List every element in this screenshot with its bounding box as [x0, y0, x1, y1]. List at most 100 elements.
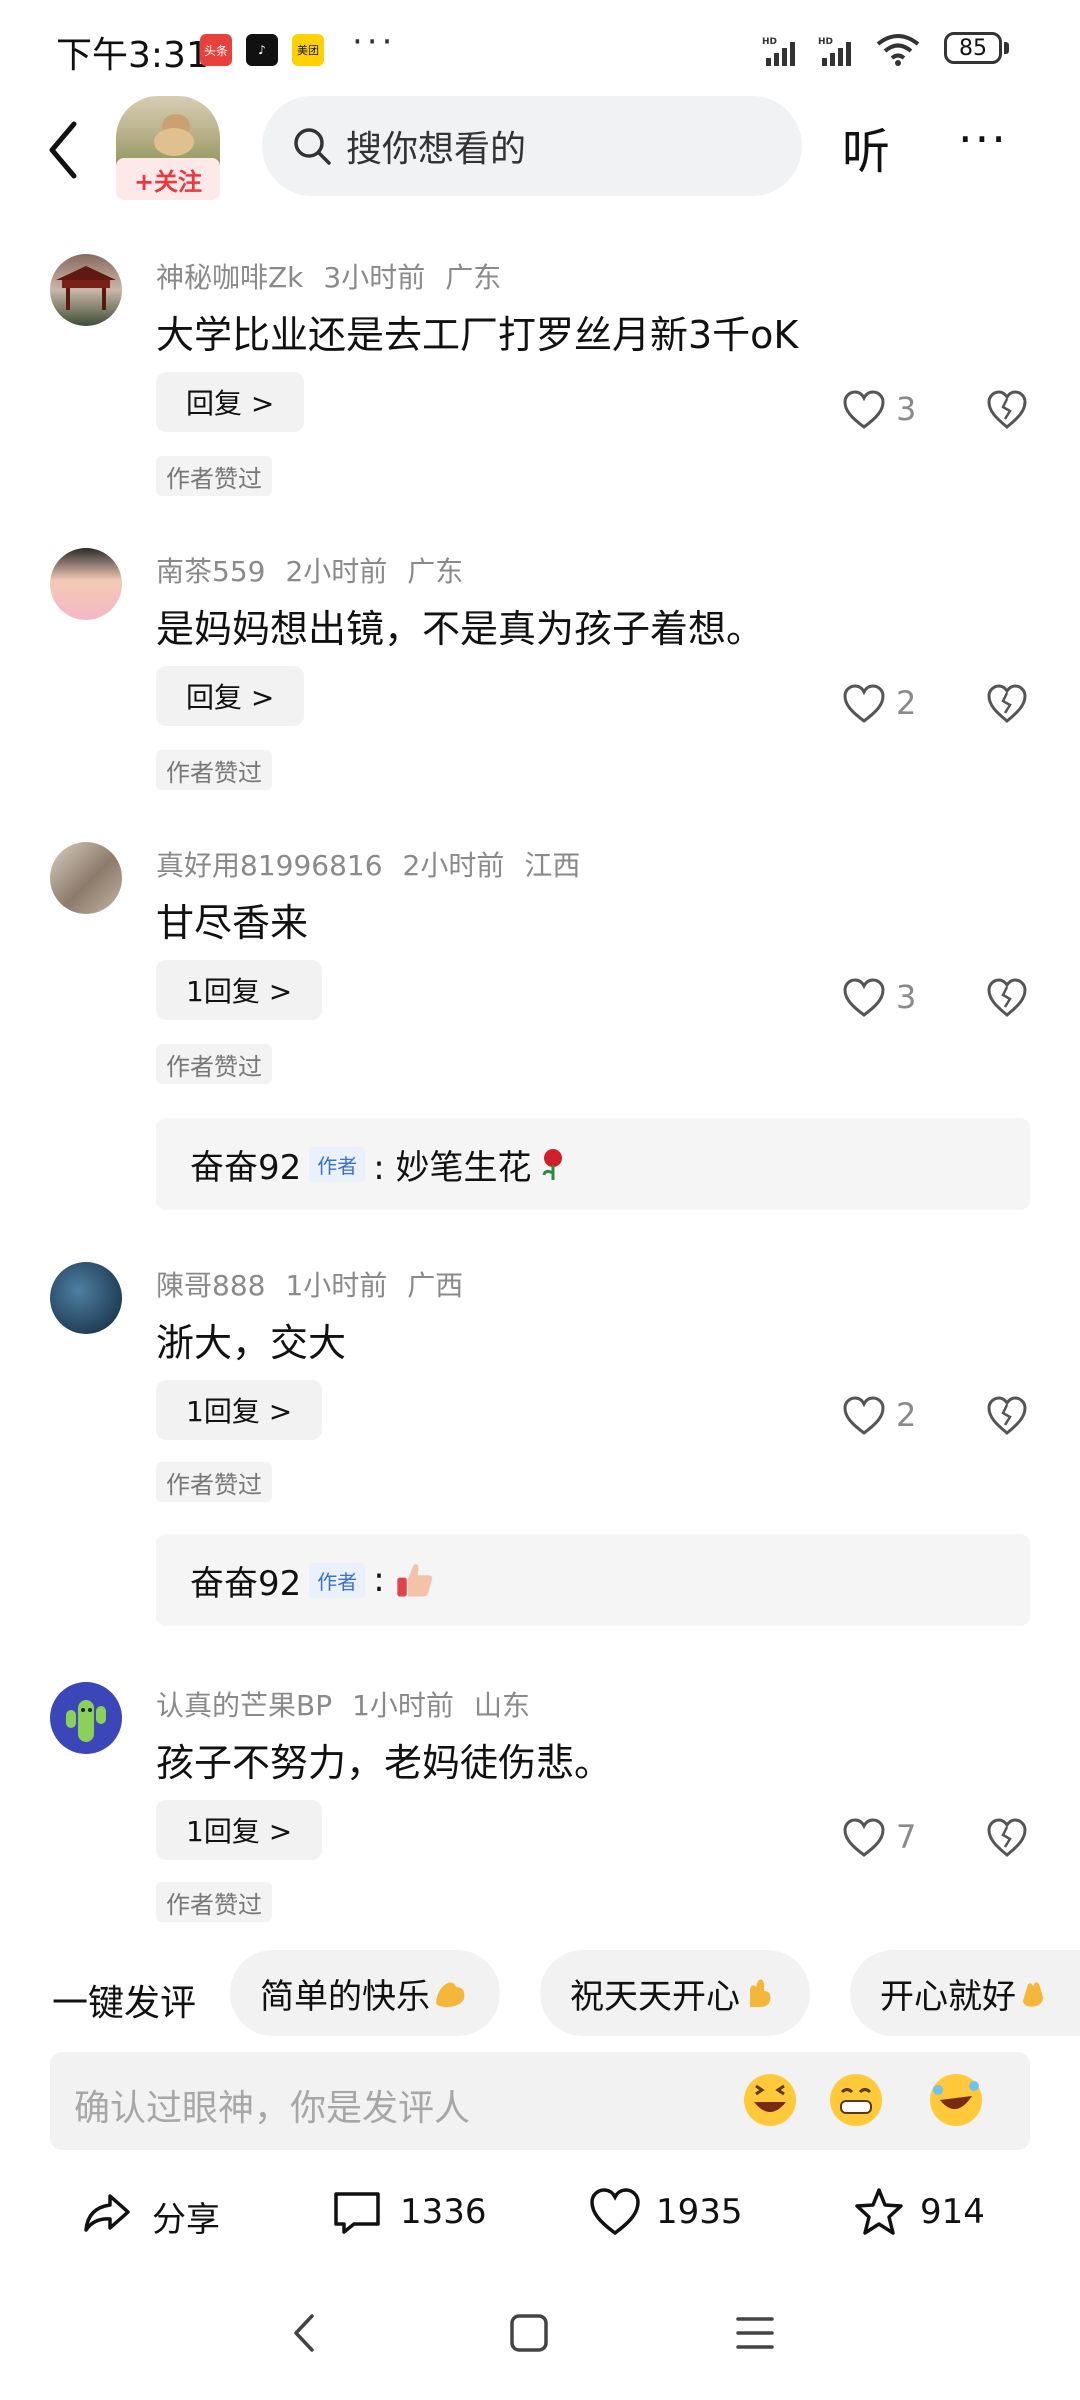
comment-time: 2小时前	[402, 849, 505, 882]
comment-meta: 认真的芒果BP 1小时前 山东	[156, 1684, 550, 1724]
author-liked-tag: 作者赞过	[156, 750, 272, 790]
comment-time: 2小时前	[285, 555, 388, 588]
share-icon[interactable]	[80, 2186, 134, 2240]
sub-reply-text: :	[373, 1560, 385, 1600]
comment-location: 广东	[407, 555, 464, 588]
comment-username[interactable]: 神秘咖啡Zk	[156, 261, 303, 294]
favorite-count: 914	[920, 2192, 985, 2232]
signal-2-icon: HD	[818, 37, 851, 66]
status-time: 下午3:31	[56, 35, 209, 76]
comment-text: 大学比业还是去工厂打罗丝月新3千oK	[156, 313, 799, 357]
crossed-fingers-icon	[750, 1979, 771, 2007]
like-count: 2	[896, 684, 917, 722]
comment-count: 1336	[400, 2192, 487, 2232]
comment-username[interactable]: 陳哥888	[156, 1269, 265, 1302]
comment-location: 广东	[445, 261, 502, 294]
author-liked-tag: 作者赞过	[156, 456, 272, 496]
comment-input-placeholder: 确认过眼神，你是发评人	[74, 2088, 471, 2129]
comment-time: 3小时前	[323, 261, 426, 294]
like-count: 2	[896, 1396, 917, 1434]
more-notifications-icon: ···	[352, 22, 397, 62]
comment-time: 1小时前	[285, 1269, 388, 1302]
chip-label: 开心就好	[880, 1976, 1016, 2017]
rose-icon	[542, 1149, 562, 1180]
quick-comment-chip[interactable]: 祝天天开心	[540, 1950, 810, 2036]
grinning-emoji-icon[interactable]	[826, 2070, 886, 2130]
author-liked-tag: 作者赞过	[156, 1882, 272, 1922]
like-icon[interactable]	[842, 1818, 886, 1858]
reply-button[interactable]: 1回复 >	[156, 1380, 323, 1440]
rofl-emoji-icon[interactable]	[926, 2070, 986, 2130]
toutiao-app-icon: 头条	[200, 34, 232, 66]
like-icon[interactable]	[842, 390, 886, 430]
battery-tip	[1004, 42, 1009, 54]
comment-text: 孩子不努力，老妈徒伤悲。	[156, 1741, 613, 1785]
listen-button[interactable]: 听	[842, 112, 890, 182]
sub-reply-username[interactable]: 奋奋92	[190, 1556, 301, 1605]
dislike-icon[interactable]	[986, 684, 1028, 724]
meituan-app-icon: 美团	[292, 34, 324, 66]
comment-icon[interactable]	[330, 2186, 384, 2240]
like-post-count: 1935	[656, 2192, 743, 2232]
like-count: 3	[896, 978, 917, 1016]
nav-menu-icon[interactable]	[732, 2310, 778, 2356]
status-bar: 下午3:31 头条 ♪ 美团 ··· HD HD 85	[0, 0, 1080, 90]
comment-meta: 陳哥888 1小时前 广西	[156, 1264, 483, 1304]
like-icon[interactable]	[842, 1396, 886, 1436]
comment-time: 1小时前	[352, 1689, 454, 1722]
sub-reply[interactable]: 奋奋92 作者 :	[156, 1534, 1030, 1626]
dislike-icon[interactable]	[986, 978, 1028, 1018]
reply-button[interactable]: 1回复 >	[156, 960, 323, 1020]
douyin-app-icon: ♪	[246, 34, 278, 66]
back-icon[interactable]	[40, 118, 88, 182]
quick-comment-chip[interactable]: 开心就好	[850, 1950, 1080, 2036]
laughing-emoji-icon[interactable]	[740, 2070, 800, 2130]
battery-indicator: 85	[944, 32, 1002, 64]
chip-label: 祝天天开心	[570, 1976, 740, 2017]
comment-avatar[interactable]	[50, 1682, 122, 1754]
search-input[interactable]: 搜你想看的	[262, 96, 802, 196]
share-label[interactable]: 分享	[152, 2192, 220, 2241]
dislike-icon[interactable]	[986, 1818, 1028, 1858]
comment-avatar[interactable]	[50, 842, 122, 914]
comment-location: 江西	[524, 849, 581, 882]
search-placeholder: 搜你想看的	[346, 129, 527, 170]
flexed-biceps-icon	[436, 1982, 465, 2007]
sub-reply-username[interactable]: 奋奋92	[190, 1140, 301, 1189]
wifi-icon	[876, 34, 920, 66]
nav-back-icon[interactable]	[282, 2310, 328, 2356]
comment-avatar[interactable]	[50, 548, 122, 620]
comment-location: 广西	[407, 1269, 464, 1302]
like-count: 3	[896, 390, 917, 428]
reply-button[interactable]: 回复 >	[156, 666, 305, 726]
reply-button[interactable]: 1回复 >	[156, 1800, 323, 1860]
reply-button[interactable]: 回复 >	[156, 372, 305, 432]
sub-reply[interactable]: 奋奋92 作者 : 妙笔生花	[156, 1118, 1030, 1210]
follow-button[interactable]: +关注	[116, 158, 220, 200]
dislike-icon[interactable]	[986, 390, 1028, 430]
comment-username[interactable]: 认真的芒果BP	[156, 1689, 332, 1722]
comment-username[interactable]: 南茶559	[156, 555, 265, 588]
comment-avatar[interactable]	[50, 254, 122, 326]
comment-location: 山东	[473, 1689, 530, 1722]
nav-home-icon[interactable]	[506, 2310, 552, 2356]
svg-text:HD: HD	[818, 37, 833, 47]
comment-avatar[interactable]	[50, 1262, 122, 1334]
comment-meta: 神秘咖啡Zk 3小时前 广东	[156, 256, 521, 296]
more-options-button[interactable]: ···	[958, 112, 1008, 166]
sub-reply-text: : 妙笔生花	[373, 1147, 532, 1188]
dislike-icon[interactable]	[986, 1396, 1028, 1436]
comment-username[interactable]: 真好用81996816	[156, 849, 383, 882]
favorite-star-icon[interactable]	[852, 2186, 906, 2240]
like-post-icon[interactable]	[588, 2186, 642, 2240]
quick-comment-chip[interactable]: 简单的快乐	[230, 1950, 500, 2036]
like-icon[interactable]	[842, 684, 886, 724]
search-icon	[294, 128, 331, 165]
clapping-hands-icon	[1022, 1982, 1044, 2007]
like-icon[interactable]	[842, 978, 886, 1018]
thumbs-up-icon	[397, 1564, 432, 1597]
svg-text:HD: HD	[762, 37, 777, 47]
author-liked-tag: 作者赞过	[156, 1462, 272, 1502]
comment-text: 浙大，交大	[156, 1321, 347, 1365]
chip-label: 简单的快乐	[260, 1976, 430, 2017]
